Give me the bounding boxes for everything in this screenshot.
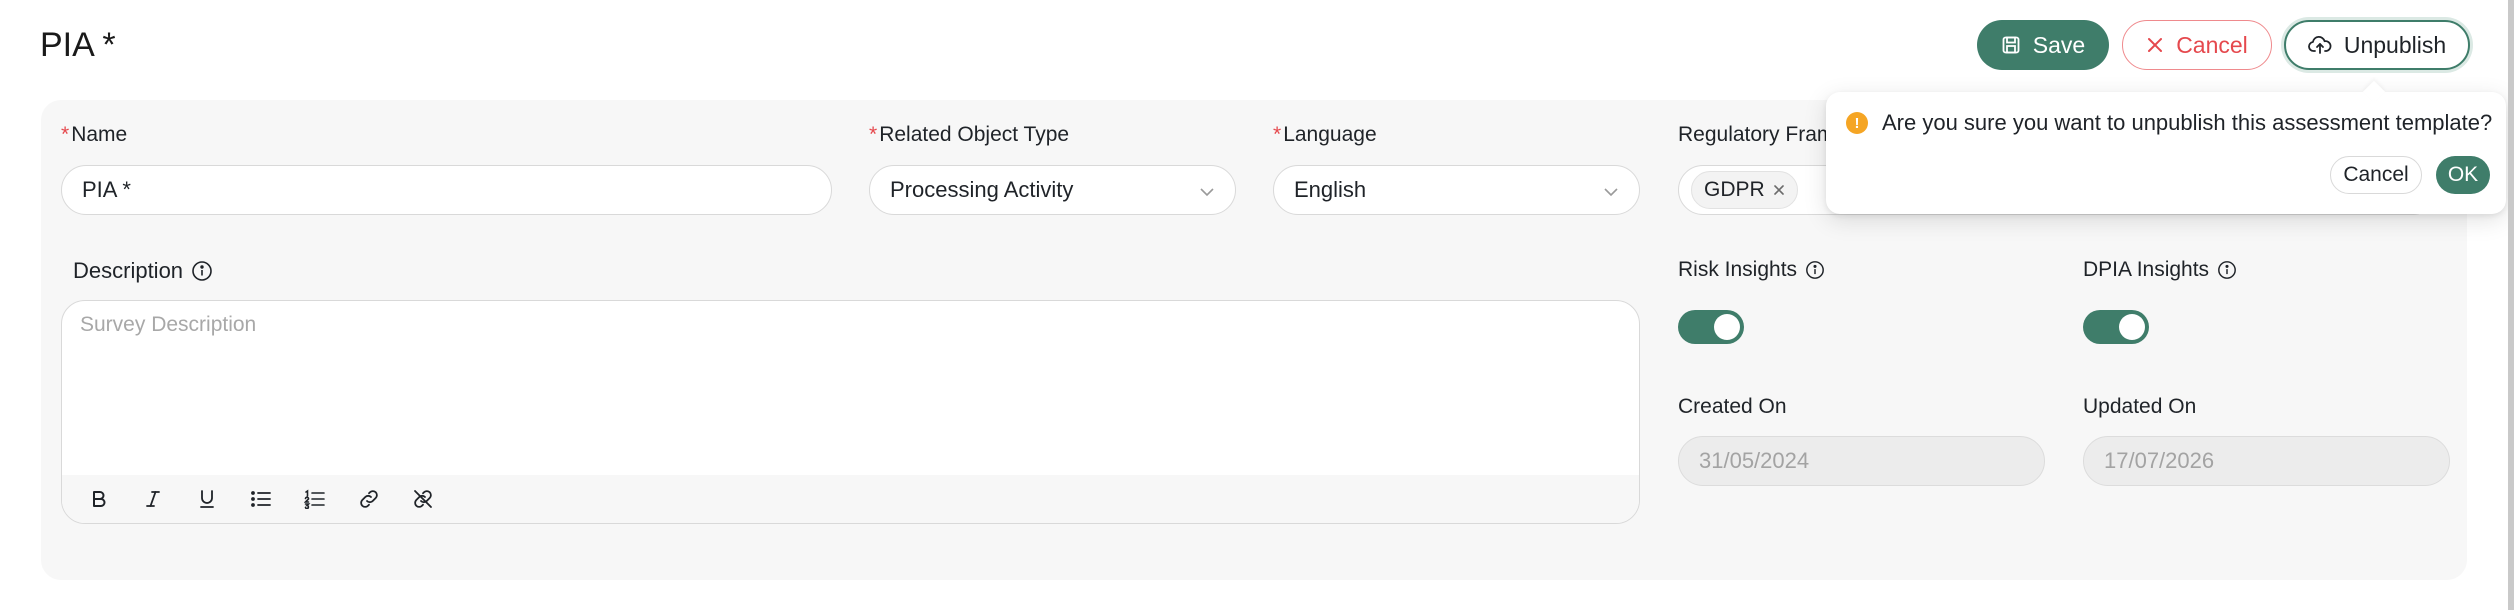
regulatory-framework-label: Regulatory Fram bbox=[1678, 123, 1835, 146]
unpublish-button[interactable]: Unpublish bbox=[2284, 20, 2470, 70]
popconfirm-ok-button[interactable]: OK bbox=[2436, 156, 2490, 194]
unpublish-label: Unpublish bbox=[2343, 31, 2447, 58]
numbered-list-icon[interactable] bbox=[302, 486, 328, 512]
created-on-field: 31/05/2024 bbox=[1678, 436, 2045, 486]
name-input[interactable]: PIA * bbox=[61, 165, 832, 215]
cancel-label: Cancel bbox=[2176, 31, 2248, 58]
chevron-down-icon bbox=[1199, 177, 1215, 203]
italic-icon[interactable] bbox=[140, 486, 166, 512]
underline-icon[interactable] bbox=[194, 486, 220, 512]
info-icon bbox=[2217, 260, 2237, 280]
updated-on-label: Updated On bbox=[2083, 395, 2197, 418]
dpia-insights-toggle[interactable] bbox=[2083, 310, 2149, 344]
name-label: *Name bbox=[61, 123, 128, 146]
link-icon[interactable] bbox=[356, 486, 382, 512]
risk-insights-toggle[interactable] bbox=[1678, 310, 1744, 344]
dpia-insights-label: DPIA Insights bbox=[2083, 258, 2237, 282]
info-icon bbox=[1805, 260, 1825, 280]
bold-icon[interactable] bbox=[86, 486, 112, 512]
chevron-down-icon bbox=[1603, 177, 1619, 203]
page-title: PIA * bbox=[40, 26, 116, 64]
language-label: *Language bbox=[1273, 123, 1377, 146]
save-button[interactable]: Save bbox=[1977, 20, 2109, 70]
updated-on-field: 17/07/2026 bbox=[2083, 436, 2450, 486]
scrollbar[interactable] bbox=[2508, 0, 2514, 610]
save-icon bbox=[2001, 35, 2021, 55]
description-editor[interactable]: Survey Description bbox=[61, 300, 1640, 524]
related-object-type-label: *Related Object Type bbox=[869, 123, 1070, 146]
risk-insights-label: Risk Insights bbox=[1678, 258, 1825, 282]
popconfirm-message: ! Are you sure you want to unpublish thi… bbox=[1846, 110, 2492, 136]
unpublish-popconfirm: ! Are you sure you want to unpublish thi… bbox=[1826, 80, 2506, 214]
cancel-button[interactable]: Cancel bbox=[2122, 20, 2272, 70]
popconfirm-cancel-button[interactable]: Cancel bbox=[2330, 156, 2422, 194]
warning-icon: ! bbox=[1846, 112, 1868, 134]
tag-remove-icon[interactable] bbox=[1773, 178, 1785, 202]
info-icon bbox=[191, 260, 213, 282]
cloud-upload-icon bbox=[2307, 35, 2332, 55]
unlink-icon[interactable] bbox=[410, 486, 436, 512]
related-object-type-select[interactable]: Processing Activity bbox=[869, 165, 1236, 215]
popconfirm-arrow bbox=[2362, 80, 2386, 104]
created-on-label: Created On bbox=[1678, 395, 1787, 418]
editor-toolbar bbox=[62, 475, 1639, 523]
save-label: Save bbox=[2032, 31, 2086, 58]
description-label: Description bbox=[73, 258, 213, 284]
language-select[interactable]: English bbox=[1273, 165, 1640, 215]
description-placeholder: Survey Description bbox=[80, 313, 257, 336]
tag-gdpr: GDPR bbox=[1691, 171, 1798, 209]
close-icon bbox=[2146, 36, 2164, 54]
bullet-list-icon[interactable] bbox=[248, 486, 274, 512]
